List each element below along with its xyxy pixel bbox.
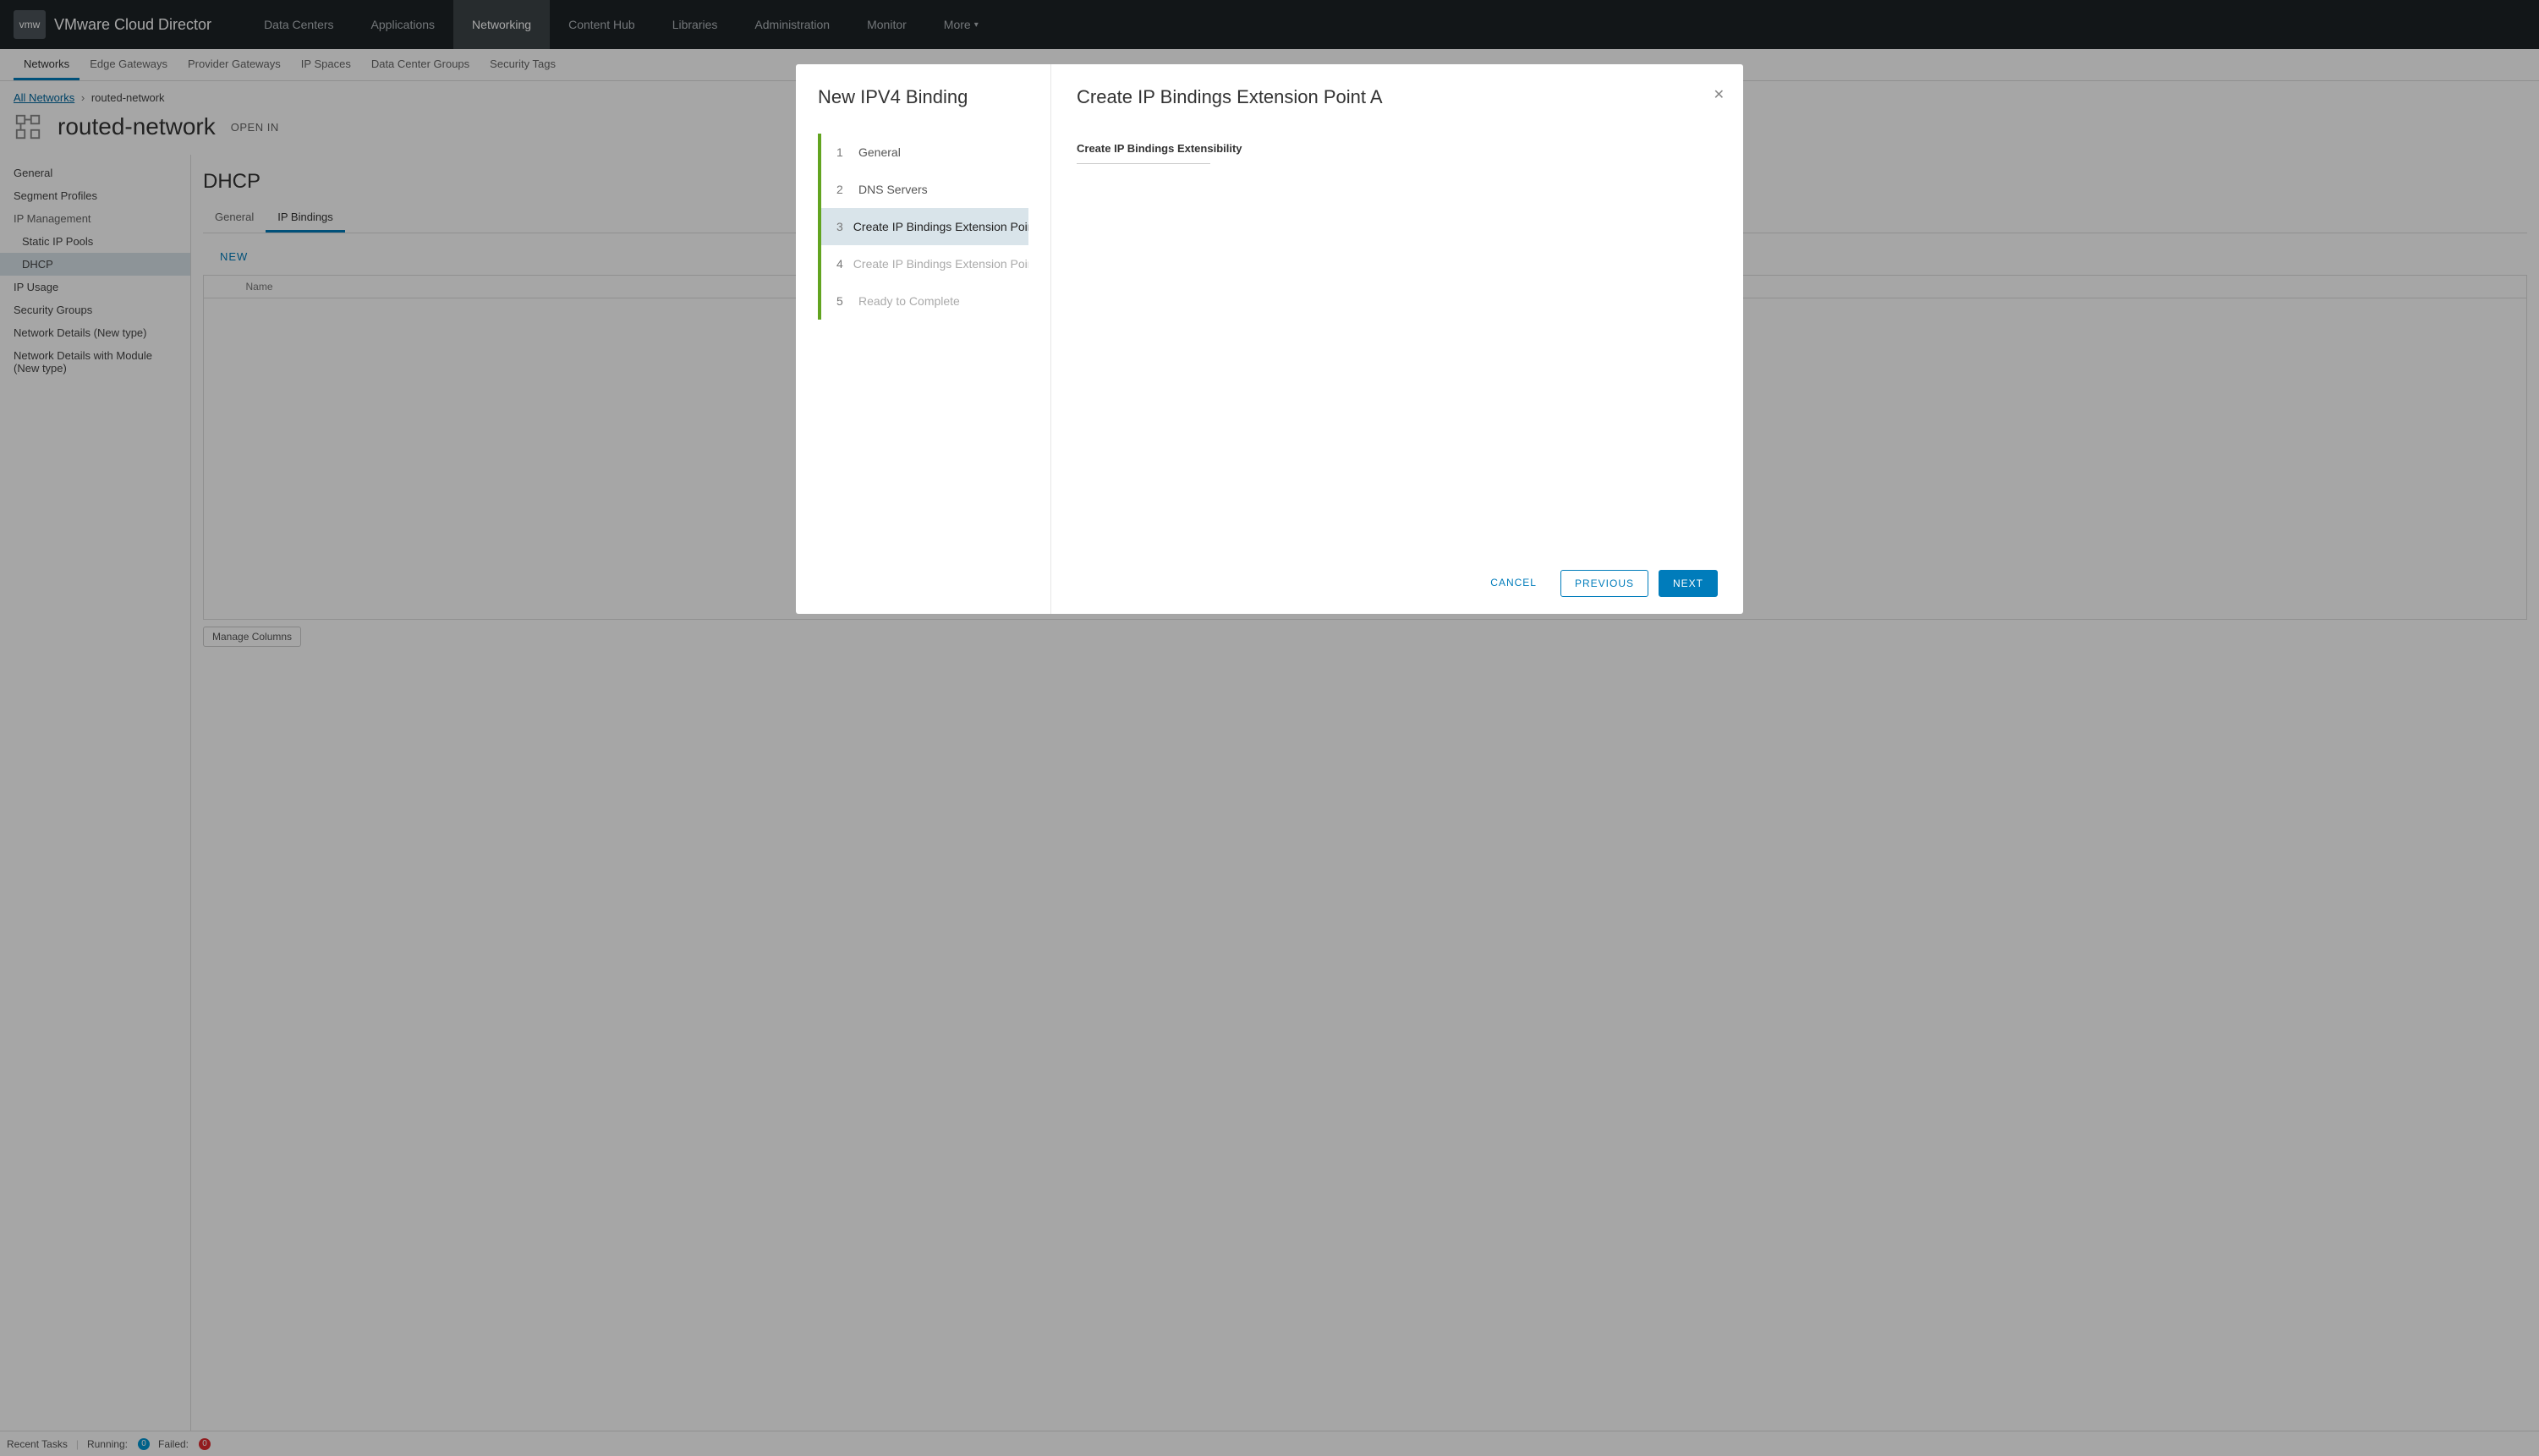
step-extension-point-a[interactable]: 3 Create IP Bindings Extension Point A	[821, 208, 1028, 245]
wizard-title: New IPV4 Binding	[818, 86, 1028, 108]
step-num: 1	[836, 145, 848, 159]
modal-body-subtitle: Create IP Bindings Extensibility	[1077, 142, 1718, 155]
modal-body-title: Create IP Bindings Extension Point A	[1077, 86, 1718, 108]
step-label: Create IP Bindings Extension Point B	[853, 257, 1028, 271]
step-dns-servers[interactable]: 2 DNS Servers	[821, 171, 1028, 208]
step-label: DNS Servers	[858, 183, 928, 196]
wizard-buttons: CANCEL PREVIOUS NEXT	[1077, 553, 1718, 597]
step-label: General	[858, 145, 901, 159]
step-ready-to-complete: 5 Ready to Complete	[821, 282, 1028, 320]
divider	[1077, 163, 1210, 164]
wizard-steps: 1 General 2 DNS Servers 3 Create IP Bind…	[818, 134, 1028, 320]
wizard-body: ✕ Create IP Bindings Extension Point A C…	[1051, 64, 1743, 614]
cancel-button[interactable]: CANCEL	[1477, 570, 1550, 597]
step-label: Ready to Complete	[858, 294, 960, 308]
step-num: 5	[836, 294, 848, 308]
step-extension-point-b: 4 Create IP Bindings Extension Point B	[821, 245, 1028, 282]
step-num: 4	[836, 257, 843, 271]
step-num: 3	[836, 220, 843, 233]
previous-button[interactable]: PREVIOUS	[1560, 570, 1648, 597]
wizard-sidebar: New IPV4 Binding 1 General 2 DNS Servers…	[796, 64, 1051, 614]
step-num: 2	[836, 183, 848, 196]
step-label: Create IP Bindings Extension Point A	[853, 220, 1028, 233]
step-general[interactable]: 1 General	[821, 134, 1028, 171]
next-button[interactable]: NEXT	[1659, 570, 1718, 597]
wizard-modal: New IPV4 Binding 1 General 2 DNS Servers…	[796, 64, 1743, 614]
modal-overlay[interactable]: New IPV4 Binding 1 General 2 DNS Servers…	[0, 0, 2539, 1456]
close-icon[interactable]: ✕	[1714, 86, 1725, 103]
